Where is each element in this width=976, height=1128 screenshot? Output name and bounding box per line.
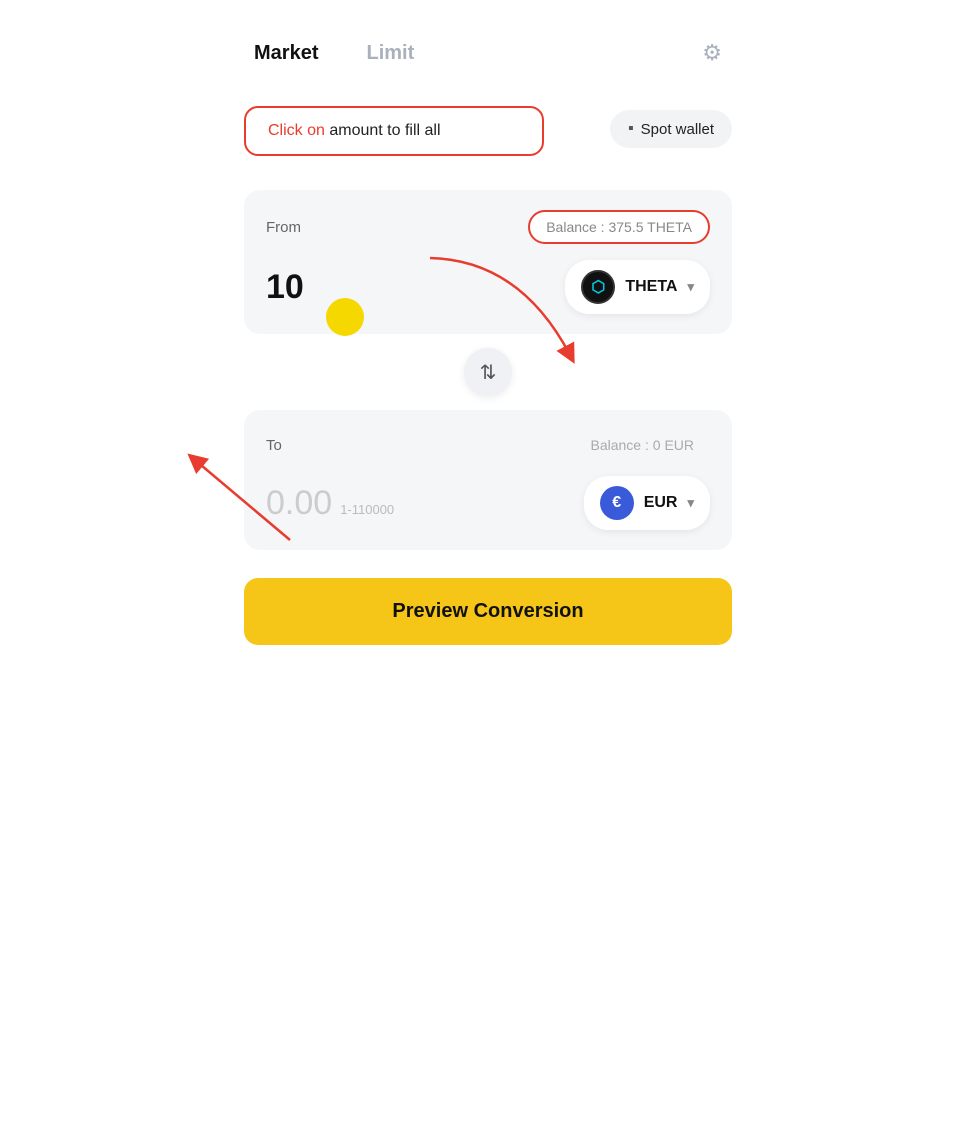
wallet-icon: ▪ <box>628 120 634 138</box>
to-range-hint: 1-110000 <box>340 502 394 517</box>
to-label: To <box>266 437 282 454</box>
to-currency-selector[interactable]: € EUR ▾ <box>584 476 710 530</box>
from-amount[interactable]: 10 <box>266 268 304 307</box>
to-card-body: 0.00 1-110000 € EUR ▾ <box>266 476 710 530</box>
tooltip-text: Click on amount to fill all <box>268 122 441 139</box>
to-currency-label: EUR <box>644 494 678 512</box>
from-card: From Balance : 375.5 THETA 10 ⬡ THETA ▾ <box>244 190 732 334</box>
from-currency-label: THETA <box>625 278 677 296</box>
swap-row: ⇅ <box>244 348 732 396</box>
to-balance-badge: Balance : 0 EUR <box>575 430 711 460</box>
gear-icon: ⚙ <box>702 40 722 65</box>
from-currency-selector[interactable]: ⬡ THETA ▾ <box>565 260 710 314</box>
top-action-row: Click on amount to fill all ▪ Spot walle… <box>244 106 732 180</box>
to-card: To Balance : 0 EUR 0.00 1-110000 € EUR ▾ <box>244 410 732 550</box>
eur-icon: € <box>600 486 634 520</box>
from-label: From <box>266 219 301 236</box>
spot-wallet-label: Spot wallet <box>641 121 714 138</box>
settings-button[interactable]: ⚙ <box>702 40 722 66</box>
tooltip-box[interactable]: Click on amount to fill all <box>244 106 544 156</box>
preview-conversion-button[interactable]: Preview Conversion <box>244 578 732 645</box>
from-balance-badge[interactable]: Balance : 375.5 THETA <box>528 210 710 244</box>
to-amount-placeholder[interactable]: 0.00 <box>266 484 332 523</box>
tabs-bar: Market Limit ⚙ <box>244 40 732 66</box>
to-card-header: To Balance : 0 EUR <box>266 430 710 460</box>
swap-arrows-icon: ⇅ <box>480 360 497 385</box>
chevron-down-icon-2: ▾ <box>687 495 694 511</box>
spot-wallet-button[interactable]: ▪ Spot wallet <box>610 110 732 148</box>
swap-button[interactable]: ⇅ <box>464 348 512 396</box>
from-card-header: From Balance : 375.5 THETA <box>266 210 710 244</box>
yellow-dot-decoration <box>326 298 364 336</box>
tab-limit[interactable]: Limit <box>366 42 414 65</box>
chevron-down-icon: ▾ <box>687 279 694 295</box>
tab-market[interactable]: Market <box>254 42 318 65</box>
theta-icon: ⬡ <box>581 270 615 304</box>
